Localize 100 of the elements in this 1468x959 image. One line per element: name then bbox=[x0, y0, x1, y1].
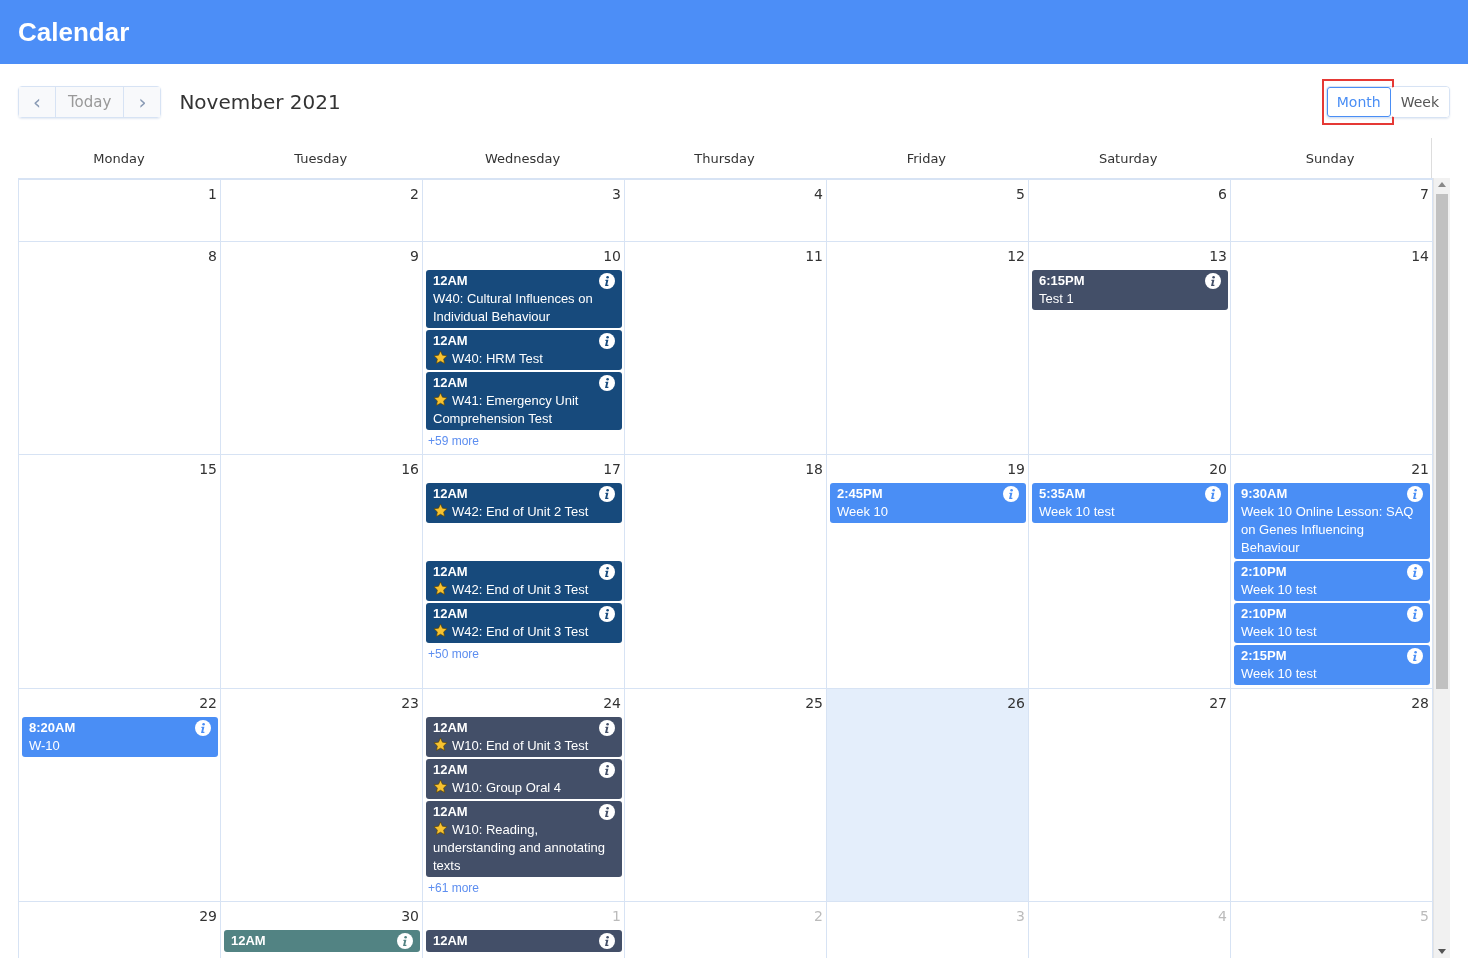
day-number: 5 bbox=[1420, 907, 1430, 926]
info-icon[interactable] bbox=[599, 375, 615, 391]
info-icon[interactable] bbox=[599, 273, 615, 289]
event-time: 12AM bbox=[433, 803, 468, 821]
event-time: 12AM bbox=[433, 761, 468, 779]
view-tab[interactable]: Week bbox=[1390, 87, 1449, 117]
day-cell[interactable]: 24 12AM W10: End of Unit 3 Test 12AM W10: Group Oral 4 12AM W10: Reading, understanding and annotating texts +61 more bbox=[423, 689, 625, 902]
day-cell[interactable]: 4 bbox=[625, 180, 827, 242]
star-icon bbox=[433, 737, 448, 752]
event-card[interactable]: 12AM bbox=[224, 930, 420, 952]
day-cell[interactable]: 13 6:15PM Test 1 bbox=[1029, 242, 1231, 455]
info-icon[interactable] bbox=[397, 933, 413, 949]
event-title: W10: Reading, understanding and annotating texts bbox=[433, 821, 607, 875]
day-number: 6 bbox=[1218, 185, 1228, 204]
event-time: 12AM bbox=[433, 332, 468, 350]
scroll-up-icon[interactable] bbox=[1438, 182, 1446, 187]
day-cell[interactable]: 1 bbox=[19, 180, 221, 242]
event-card[interactable]: 12AM W41: Emergency Unit Comprehension Test bbox=[426, 372, 622, 430]
event-time: 12AM bbox=[433, 563, 468, 581]
event-card[interactable]: 12AM W10: Reading, understanding and annotating texts bbox=[426, 801, 622, 877]
event-title: W42: End of Unit 3 Test bbox=[433, 623, 615, 641]
day-number: 2 bbox=[410, 185, 420, 204]
day-number: 28 bbox=[1411, 694, 1430, 713]
star-icon bbox=[433, 779, 448, 794]
weekday-heading: Monday bbox=[92, 150, 146, 166]
info-icon[interactable] bbox=[599, 606, 615, 622]
day-number: 12 bbox=[1007, 247, 1026, 266]
event-time: 2:45PM bbox=[837, 485, 883, 503]
event-time: 12AM bbox=[433, 932, 468, 950]
info-icon[interactable] bbox=[599, 762, 615, 778]
info-icon[interactable] bbox=[599, 933, 615, 949]
day-cell[interactable]: 29 bbox=[19, 902, 221, 958]
event-title: Test 1 bbox=[1039, 290, 1075, 308]
event-time: 2:10PM bbox=[1241, 605, 1287, 623]
event-title: W10: End of Unit 3 Test bbox=[433, 737, 615, 755]
event-card[interactable]: 12AM W40: Cultural Influences on Individual Behaviour bbox=[426, 270, 622, 328]
day-number: 21 bbox=[1411, 460, 1430, 479]
day-number: 27 bbox=[1209, 694, 1228, 713]
event-time: 12AM bbox=[433, 719, 468, 737]
weekday-heading: Saturday bbox=[1097, 150, 1159, 166]
event-time: 6:15PM bbox=[1039, 272, 1085, 290]
day-cell[interactable]: 6 bbox=[1029, 180, 1231, 242]
star-icon bbox=[433, 350, 448, 365]
star-icon bbox=[433, 581, 448, 596]
day-cell[interactable]: 17 12AM W42: End of Unit 2 Test 12AM W42: End of Unit 3 Test 12AM W42: End of Unit 3 Test +50 more bbox=[423, 455, 625, 689]
event-card[interactable]: 12AM W42: End of Unit 3 Test bbox=[426, 561, 622, 601]
weekday-heading: Tuesday bbox=[293, 150, 349, 166]
day-cell[interactable]: 11 bbox=[625, 242, 827, 455]
day-number: 24 bbox=[603, 694, 622, 713]
day-number: 2 bbox=[814, 907, 824, 926]
event-card[interactable]: 12AM W42: End of Unit 2 Test bbox=[426, 483, 622, 523]
event-title: W10: Group Oral 4 bbox=[433, 779, 615, 797]
day-cell[interactable]: 18 bbox=[625, 455, 827, 689]
day-number: 30 bbox=[401, 907, 420, 926]
day-number: 1 bbox=[208, 185, 218, 204]
day-cell[interactable]: 12 bbox=[827, 242, 1029, 455]
day-number: 11 bbox=[805, 247, 824, 266]
event-card[interactable]: 12AM W10: End of Unit 3 Test bbox=[426, 717, 622, 757]
event-card[interactable]: 12AM W42: End of Unit 3 Test bbox=[426, 603, 622, 643]
info-icon[interactable] bbox=[599, 720, 615, 736]
day-cell[interactable]: 23 bbox=[221, 689, 423, 902]
info-icon[interactable] bbox=[599, 564, 615, 580]
day-cell[interactable]: 1 12AM bbox=[423, 902, 625, 958]
event-title: W41: Emergency Unit Comprehension Test bbox=[433, 392, 580, 428]
event-title: W42: End of Unit 3 Test bbox=[433, 581, 615, 599]
event-card[interactable]: 6:15PM Test 1 bbox=[1032, 270, 1228, 310]
day-number: 20 bbox=[1209, 460, 1228, 479]
star-icon bbox=[433, 821, 448, 836]
scroll-down-icon[interactable] bbox=[1438, 949, 1446, 954]
star-icon bbox=[433, 503, 448, 518]
day-cell[interactable]: 9 bbox=[221, 242, 423, 455]
event-card[interactable]: 12AM W40: HRM Test bbox=[426, 330, 622, 370]
info-icon[interactable] bbox=[599, 486, 615, 502]
info-icon[interactable] bbox=[599, 333, 615, 349]
info-icon[interactable] bbox=[1205, 273, 1221, 289]
day-cell[interactable]: 30 12AM bbox=[221, 902, 423, 958]
info-icon[interactable] bbox=[599, 804, 615, 820]
day-number: 9 bbox=[410, 247, 420, 266]
app-title: Calendar bbox=[18, 16, 130, 48]
event-title: Week 10 Online Lesson: SAQ on Genes Influencing Behaviour bbox=[1241, 503, 1415, 557]
day-cell[interactable]: 10 12AM W40: Cultural Influences on Individual Behaviour 12AM W40: HRM Test 12AM W41: Emergency Unit Comprehension Test +59 more bbox=[423, 242, 625, 455]
event-card[interactable]: 12AM bbox=[426, 930, 622, 952]
day-number: 4 bbox=[1218, 907, 1228, 926]
event-card[interactable]: 12AM W10: Group Oral 4 bbox=[426, 759, 622, 799]
scrollbar[interactable] bbox=[1433, 178, 1450, 958]
day-cell[interactable]: 16 bbox=[221, 455, 423, 689]
day-cell[interactable]: 2 bbox=[221, 180, 423, 242]
day-cell[interactable]: 3 bbox=[423, 180, 625, 242]
event-title: Week 10 test bbox=[1039, 503, 1116, 521]
day-cell[interactable]: 27 bbox=[1029, 689, 1231, 902]
day-number: 4 bbox=[814, 185, 824, 204]
day-number: 14 bbox=[1411, 247, 1430, 266]
day-cell[interactable]: 26 bbox=[827, 689, 1029, 902]
day-cell[interactable]: 8 bbox=[19, 242, 221, 455]
event-time: 2:15PM bbox=[1241, 647, 1287, 665]
star-icon bbox=[433, 392, 448, 407]
day-number: 17 bbox=[603, 460, 622, 479]
event-time: 12AM bbox=[433, 272, 468, 290]
day-cell[interactable]: 5 bbox=[827, 180, 1029, 242]
day-cell[interactable]: 15 bbox=[19, 455, 221, 689]
